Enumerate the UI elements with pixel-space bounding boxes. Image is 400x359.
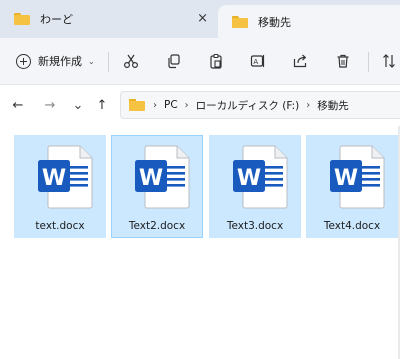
tab-idousaki[interactable]: 移動先 xyxy=(218,5,400,38)
new-button[interactable]: 新規作成 ⌄ xyxy=(16,50,95,72)
file-name: Text2.docx xyxy=(128,220,186,232)
address-bar[interactable]: › PC › ローカルディスク (F:) › 移動先 xyxy=(120,91,400,119)
toolbar-divider xyxy=(368,52,369,72)
file-name: Text3.docx xyxy=(226,220,284,232)
tab-title: 移動先 xyxy=(258,15,291,29)
file-item[interactable]: W Text2.docx xyxy=(111,135,203,238)
folder-icon xyxy=(14,13,30,25)
svg-text:W: W xyxy=(334,166,358,191)
share-icon[interactable] xyxy=(287,48,313,74)
forward-icon[interactable]: → xyxy=(42,97,58,113)
word-document-icon: W xyxy=(330,145,385,209)
file-name: Text4.docx xyxy=(323,220,381,232)
file-item[interactable]: W Text4.docx xyxy=(306,135,398,238)
breadcrumb-local-disk[interactable]: ローカルディスク (F:) xyxy=(196,98,300,113)
breadcrumb-pc[interactable]: PC xyxy=(164,99,178,111)
word-document-icon: W xyxy=(38,145,93,209)
word-document-icon: W xyxy=(135,145,190,209)
breadcrumb-current-folder[interactable]: 移動先 xyxy=(317,98,349,113)
svg-text:A: A xyxy=(253,58,258,66)
close-tab-icon[interactable]: × xyxy=(197,11,208,26)
paste-icon[interactable] xyxy=(203,48,229,74)
svg-text:W: W xyxy=(139,166,163,191)
rename-icon[interactable]: A xyxy=(245,48,271,74)
svg-text:W: W xyxy=(237,166,261,191)
delete-icon[interactable] xyxy=(330,48,356,74)
word-document-icon: W xyxy=(233,145,288,209)
folder-icon xyxy=(232,15,248,28)
sort-icon[interactable] xyxy=(376,48,400,74)
breadcrumb-separator: › xyxy=(184,99,189,111)
file-item[interactable]: W text.docx xyxy=(14,135,106,238)
toolbar-divider xyxy=(108,52,109,72)
navigation-row: ← → ⌄ ↑ › PC › ローカルディスク (F:) › 移動先 xyxy=(0,85,400,125)
tab-title: わーど xyxy=(40,13,73,26)
command-bar: 新規作成 ⌄ A xyxy=(0,38,400,85)
file-list: W text.docx W Text2.docx W Text3.docx W … xyxy=(0,126,400,359)
breadcrumb-separator: › xyxy=(306,99,311,111)
plus-circle-icon xyxy=(16,53,31,69)
breadcrumb-separator: › xyxy=(153,99,157,111)
tab-strip: わーど × 移動先 xyxy=(0,0,400,38)
svg-text:W: W xyxy=(42,166,66,191)
chevron-down-icon: ⌄ xyxy=(88,56,95,66)
back-icon[interactable]: ← xyxy=(10,97,26,113)
copy-icon[interactable] xyxy=(161,48,187,74)
new-button-label: 新規作成 xyxy=(38,55,82,68)
tab-wado[interactable]: わーど × xyxy=(0,4,218,34)
file-item[interactable]: W Text3.docx xyxy=(209,135,301,238)
recent-locations-icon[interactable]: ⌄ xyxy=(70,97,86,113)
cut-icon[interactable] xyxy=(118,48,144,74)
file-name: text.docx xyxy=(35,220,85,232)
up-icon[interactable]: ↑ xyxy=(94,97,110,113)
folder-icon xyxy=(129,99,145,111)
